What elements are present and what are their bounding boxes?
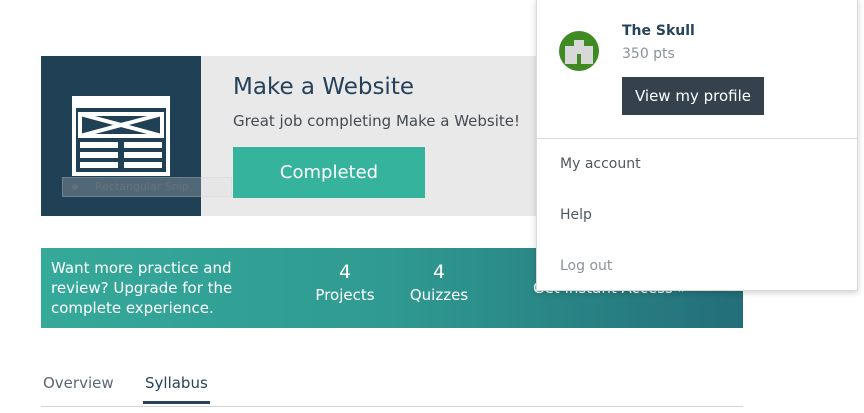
quizzes-count: 4 [432, 261, 446, 283]
projects-count: 4 [338, 261, 352, 283]
course-title: Make a Website [233, 74, 414, 100]
projects-label: Projects [315, 286, 375, 304]
username: The Skull [622, 23, 695, 39]
quizzes-label: Quizzes [409, 286, 469, 304]
projects-stat: 4 Projects [311, 260, 379, 306]
menu-item-my-account[interactable]: My account [560, 156, 641, 172]
avatar-icon[interactable] [559, 31, 599, 71]
rectangular-snip-overlay: Rectangular Snip [62, 177, 232, 197]
upgrade-text: Want more practice and review? Upgrade f… [51, 259, 233, 317]
tab-overview[interactable]: Overview [43, 374, 114, 401]
course-tabs: Overview Syllabus [41, 364, 743, 407]
user-dropdown-menu: The Skull 350 pts View my profile My acc… [536, 0, 858, 291]
course-subtitle: Great job completing Make a Website! [233, 112, 521, 130]
tab-syllabus[interactable]: Syllabus [143, 374, 210, 404]
snip-label: Rectangular Snip [95, 180, 189, 193]
view-profile-button[interactable]: View my profile [622, 77, 764, 115]
menu-divider [537, 138, 857, 139]
completed-button[interactable]: Completed [233, 147, 425, 198]
quizzes-stat: 4 Quizzes [407, 260, 471, 306]
user-points: 350 pts [622, 46, 675, 62]
snip-dot-icon [72, 184, 78, 190]
menu-item-log-out[interactable]: Log out [560, 258, 612, 274]
website-wireframe-icon [72, 96, 170, 176]
menu-item-help[interactable]: Help [560, 207, 592, 223]
